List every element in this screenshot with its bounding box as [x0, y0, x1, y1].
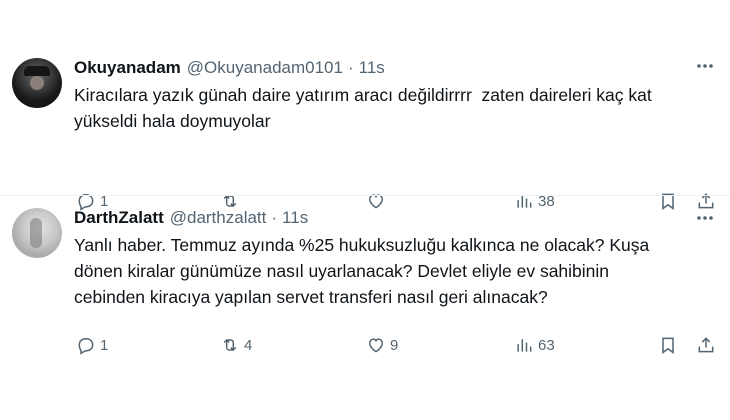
tweet-text: Yanlı haber. Temmuz ayında %25 hukuksuzl…: [74, 235, 650, 307]
tweet-header: Okuyanadam @Okuyanadam0101 · 11s: [74, 58, 714, 78]
tweet-content: Okuyanadam @Okuyanadam0101 · 11s Kiracıl…: [74, 58, 714, 195]
display-name[interactable]: DarthZalatt: [74, 208, 164, 228]
separator-dot: ·: [347, 58, 354, 77]
retweet-button[interactable]: 4: [220, 335, 252, 355]
more-options-icon[interactable]: [692, 56, 718, 76]
bookmark-icon: [662, 337, 674, 354]
display-name[interactable]: Okuyanadam: [74, 58, 181, 78]
retweet-icon: [223, 338, 237, 352]
user-handle[interactable]: @Okuyanadam0101: [187, 58, 343, 78]
bookmark-button[interactable]: [658, 335, 678, 355]
views-button[interactable]: 63: [514, 335, 555, 355]
tweet-header: DarthZalatt @darthzalatt · 11s: [74, 208, 714, 228]
timestamp[interactable]: 11s: [359, 58, 385, 78]
more-options-icon[interactable]: [692, 208, 718, 228]
avatar[interactable]: [12, 208, 62, 258]
like-count: 9: [390, 336, 399, 354]
reply-count: 1: [100, 336, 109, 354]
share-button[interactable]: [696, 335, 716, 355]
views-icon: [517, 339, 532, 352]
timestamp[interactable]: 11s: [282, 208, 308, 228]
tweet-text: Kiracılara yazık günah daire yatırım ara…: [74, 85, 652, 131]
heart-icon: [368, 338, 384, 353]
reply-icon: [78, 338, 94, 355]
reply-button[interactable]: 1: [76, 335, 108, 355]
tweet[interactable]: Okuyanadam @Okuyanadam0101 · 11s Kiracıl…: [0, 44, 730, 211]
separator-dot: ·: [271, 208, 278, 227]
tweet[interactable]: DarthZalatt @darthzalatt · 11s Yanlı hab…: [0, 195, 730, 418]
avatar[interactable]: [12, 58, 62, 108]
user-handle[interactable]: @darthzalatt: [170, 208, 267, 228]
retweet-count: 4: [244, 336, 253, 354]
tweet-content: DarthZalatt @darthzalatt · 11s Yanlı hab…: [74, 208, 714, 418]
top-strip: [0, 0, 730, 44]
share-icon: [698, 337, 714, 353]
action-bar: 1 4 9 63: [76, 334, 716, 356]
view-count: 63: [538, 336, 555, 354]
like-button[interactable]: 9: [366, 335, 398, 355]
